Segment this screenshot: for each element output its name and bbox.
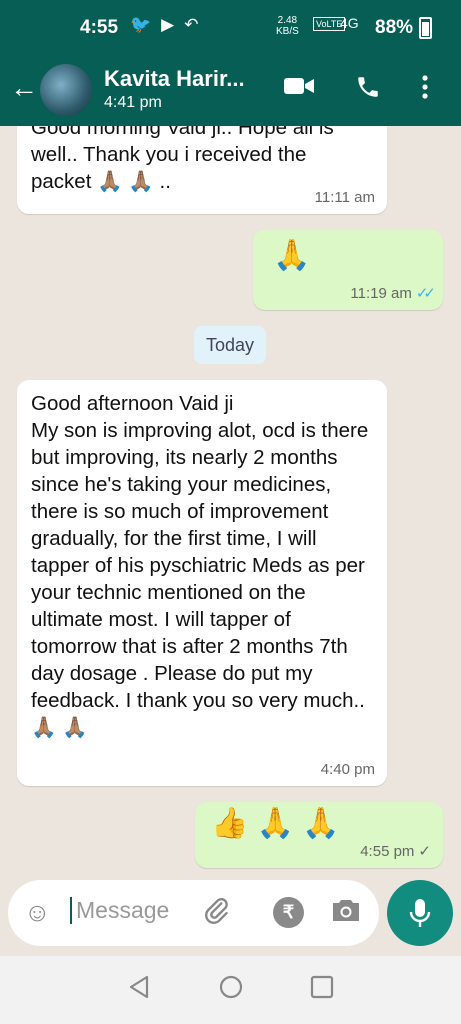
contact-avatar[interactable]	[40, 64, 92, 116]
missed-call-icon: ↶	[184, 15, 199, 34]
message-bubble-incoming[interactable]: Good afternoon Vaid ji My son is improvi…	[17, 380, 387, 786]
message-time: 4:55 pm	[360, 842, 415, 860]
camera-icon[interactable]	[331, 897, 361, 930]
contact-name[interactable]: Kavita Harir...	[104, 66, 245, 92]
nav-back-icon[interactable]	[127, 974, 151, 1007]
message-bubble-outgoing[interactable]: 🙏 11:19 am ✓✓	[253, 230, 443, 310]
status-bar: 4:55 🐦 ▶ ↶ 2.48 KB/S VoLTE 4G 88%	[0, 0, 461, 58]
last-seen: 4:41 pm	[104, 94, 162, 111]
message-composer: ☺ ₹	[8, 880, 379, 946]
phone-call-icon[interactable]	[355, 74, 381, 107]
back-arrow-icon[interactable]: ←	[10, 72, 38, 104]
system-nav-bar	[0, 956, 461, 1024]
message-bubble-incoming[interactable]: Good morning Vaid ji.. Hope all is well.…	[17, 126, 387, 214]
status-time: 4:55	[80, 17, 119, 38]
chat-header: ← Kavita Harir... 4:41 pm	[0, 58, 461, 126]
message-time: 11:19 am	[350, 284, 412, 302]
more-options-icon[interactable]	[420, 74, 430, 107]
message-input[interactable]	[70, 897, 200, 924]
message-meta: 11:19 am ✓✓	[350, 284, 436, 303]
twitter-icon: 🐦	[130, 15, 152, 34]
message-meta: 4:55 pm ✓	[360, 842, 431, 861]
battery-icon	[419, 17, 432, 39]
signal-icon: 4G	[340, 15, 359, 31]
rupee-icon[interactable]: ₹	[273, 897, 304, 928]
message-text: Good morning Vaid ji.. Hope all is well.…	[31, 126, 334, 193]
youtube-icon: ▶	[161, 15, 175, 34]
message-text: Good afternoon Vaid ji My son is improvi…	[31, 392, 369, 739]
video-call-icon[interactable]	[283, 74, 315, 105]
network-speed-unit: KB/S	[276, 26, 299, 37]
message-bubble-outgoing[interactable]: 👍 🙏 🙏 4:55 pm ✓	[195, 802, 443, 868]
nav-recents-icon[interactable]	[310, 974, 334, 1007]
message-meta: 11:11 am	[315, 189, 375, 206]
nav-home-icon[interactable]	[218, 974, 244, 1007]
message-time: 4:40 pm	[320, 761, 375, 778]
notification-icons: 🐦 ▶ ↶	[130, 15, 199, 35]
network-speed: 2.48 KB/S	[276, 15, 299, 37]
message-text: 👍 🙏 🙏	[211, 807, 340, 840]
message-time: 11:11 am	[314, 189, 375, 206]
network-speed-value: 2.48	[277, 15, 298, 26]
attach-icon[interactable]	[204, 897, 230, 934]
message-text: 🙏	[273, 239, 311, 272]
battery-percent: 88%	[375, 17, 414, 38]
message-meta: 4:40 pm	[321, 761, 375, 778]
sent-tick-icon: ✓	[418, 843, 431, 860]
chat-messages[interactable]: Good morning Vaid ji.. Hope all is well.…	[0, 126, 461, 876]
read-ticks-icon: ✓✓	[415, 285, 436, 302]
date-chip: Today	[194, 326, 266, 364]
emoji-icon[interactable]: ☺	[24, 897, 51, 928]
mic-icon[interactable]	[387, 880, 453, 946]
